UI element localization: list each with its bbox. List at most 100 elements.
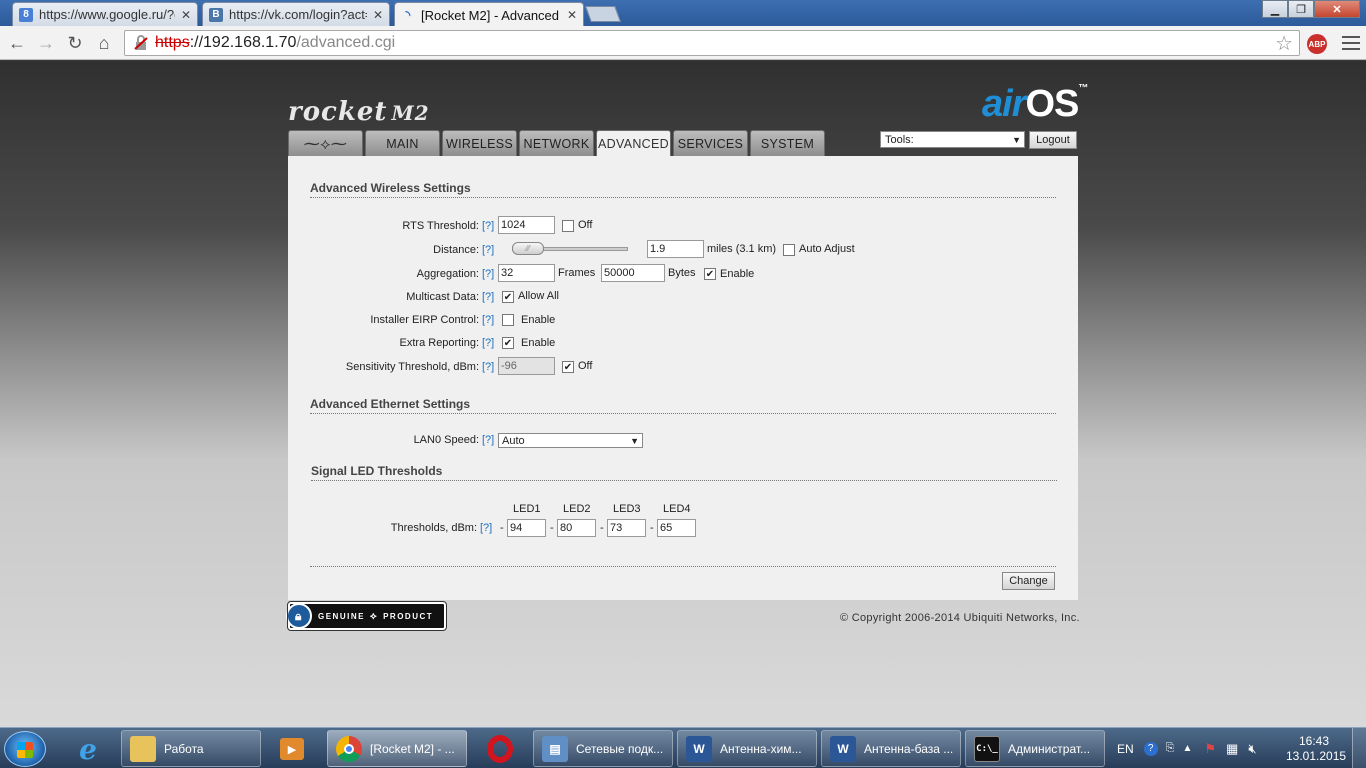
start-button[interactable] [4,731,46,767]
close-tab-icon[interactable]: ✕ [373,8,383,22]
rts-off-checkbox[interactable] [562,220,574,232]
browser-menu-icon[interactable] [1342,34,1360,52]
abp-label: ABP [1308,39,1326,49]
bookmark-star-icon[interactable]: ☆ [1275,31,1293,56]
taskbar-item-word-1[interactable]: W Антенна-хим... [677,730,817,767]
lan0-help-link[interactable]: [?] [482,434,494,446]
rts-off-label: Off [578,219,593,231]
browser-tab-vk[interactable]: B https://vk.com/login?act= ✕ [202,2,390,26]
volume-muted-icon[interactable]: 🔇︎ [1248,741,1256,757]
aggregation-frames-input[interactable]: 32 [498,264,555,282]
show-desktop-button[interactable] [1352,728,1366,768]
eirp-enable-checkbox[interactable] [502,314,514,326]
logout-button[interactable]: Logout [1029,131,1077,149]
lock-icon: 🔒︎ [286,603,312,629]
extra-reporting-label: Extra Reporting: [399,337,479,349]
trademark: ™ [1078,83,1088,94]
folder-icon [130,735,156,762]
product-text: PRODUCT [383,611,434,621]
tab-advanced[interactable]: ADVANCED [596,130,671,157]
browser-toolbar: ← → ↻ ⌂ https://192.168.1.70/advanced.cg… [0,26,1366,60]
rss-wave-icon: ◝ [405,8,411,22]
url-path: /advanced.cgi [296,34,396,51]
adblock-plus-icon[interactable]: ABP [1307,34,1327,54]
tab-ubnt-logo[interactable]: ⁓⟡⁓ [288,130,363,156]
close-window-button[interactable]: ✕ [1314,0,1360,18]
sensitivity-label: Sensitivity Threshold, dBm: [345,361,479,373]
auto-adjust-checkbox[interactable] [783,244,795,256]
multicast-allow-checkbox[interactable]: ✔ [502,291,514,303]
reload-icon[interactable]: ↻ [64,32,86,54]
keyboard-icon[interactable]: ⎘ [1166,742,1175,755]
change-button[interactable]: Change [1002,572,1055,590]
extra-reporting-help-link[interactable]: [?] [482,337,494,349]
browser-tab-google[interactable]: 8 https://www.google.ru/?g ✕ [12,2,198,26]
back-arrow-icon[interactable]: ← [6,32,28,54]
rts-threshold-input[interactable]: 1024 [498,216,555,234]
rts-help-link[interactable]: [?] [482,220,494,232]
aggregation-bytes-input[interactable]: 50000 [601,264,665,282]
sensitivity-off-checkbox[interactable]: ✔ [562,361,574,373]
dash: - [600,522,604,534]
thresholds-help-link[interactable]: [?] [480,522,492,534]
opera-icon[interactable] [474,732,526,766]
eirp-help-link[interactable]: [?] [482,314,494,326]
forward-arrow-icon[interactable]: → [35,32,57,54]
taskbar-item-cmd[interactable]: C:\_ Администрат... [965,730,1105,767]
word-icon: W [830,735,856,762]
clock[interactable]: 16:43 13.01.2015 [1286,734,1346,764]
chevron-down-icon: ▼ [630,435,639,446]
browser-tab-rocket[interactable]: ◝ [Rocket M2] - Advanced ✕ [394,2,584,27]
taskbar-item-rabota[interactable]: Работа [121,730,261,767]
tab-system[interactable]: SYSTEM [750,130,825,156]
minimize-window-button[interactable]: ▁ [1262,0,1288,18]
dash: - [650,522,654,534]
taskbar-item-word-2[interactable]: W Антенна-база ... [821,730,961,767]
close-tab-icon[interactable]: ✕ [567,8,577,22]
led1-threshold-input[interactable]: 94 [507,519,546,537]
help-icon[interactable]: ? [1143,741,1158,756]
distance-help-link[interactable]: [?] [482,244,494,256]
aggregation-help-link[interactable]: [?] [482,268,494,280]
distance-input[interactable]: 1.9 [647,240,704,258]
aggregation-enable-checkbox[interactable]: ✔ [704,268,716,280]
broken-lock-icon[interactable] [133,35,149,51]
close-tab-icon[interactable]: ✕ [181,8,191,22]
product-model: M2 [391,101,430,125]
show-hidden-icons-icon[interactable]: ▲ [1182,743,1192,754]
rocket-m2-logo: rocket M2 [288,97,430,127]
tab-services[interactable]: SERVICES [673,130,748,156]
taskbar-item-chrome[interactable]: [Rocket M2] - ... [327,730,467,767]
tab-network[interactable]: NETWORK [519,130,594,156]
distance-slider-handle[interactable]: ⁄⁄⁄ [512,242,544,255]
sensitivity-help-link[interactable]: [?] [482,361,494,373]
sensitivity-threshold-input[interactable]: -96 [498,357,555,375]
action-center-flag-icon[interactable]: ⚑ [1204,741,1216,757]
genuine-product-badge: 🔒︎ GENUINE ⟡ PRODUCT [286,601,447,631]
tab-label: MAIN [386,136,419,151]
rts-label: RTS Threshold: [402,220,479,232]
tools-select[interactable]: Tools: ▼ [880,131,1025,148]
tab-wireless[interactable]: WIRELESS [442,130,517,156]
network-tray-icon[interactable]: ▦ [1226,741,1238,757]
multicast-help-link[interactable]: [?] [482,291,494,303]
windows-taskbar: e Работа ▶ [Rocket M2] - ... ▤ Сетевые п… [0,727,1366,768]
led3-threshold-input[interactable]: 73 [607,519,646,537]
lan0-speed-select[interactable]: Auto ▼ [498,433,643,448]
taskbar-item-network[interactable]: ▤ Сетевые подк... [533,730,673,767]
maximize-window-button[interactable]: ❐ [1288,0,1314,18]
internet-explorer-icon[interactable]: e [62,732,114,766]
extra-reporting-checkbox[interactable]: ✔ [502,337,514,349]
led4-threshold-input[interactable]: 65 [657,519,696,537]
address-bar[interactable]: https://192.168.1.70/advanced.cgi ☆ [124,30,1300,56]
ubnt-logo-icon: ⁓⟡⁓ [303,135,348,153]
new-tab-button[interactable] [585,6,621,22]
led2-threshold-input[interactable]: 80 [557,519,596,537]
airos-suffix: OS [1025,83,1079,125]
language-indicator[interactable]: EN [1117,742,1134,756]
chrome-icon [336,735,362,762]
tab-main[interactable]: MAIN [365,130,440,156]
media-player-icon[interactable]: ▶ [266,732,318,766]
home-icon[interactable]: ⌂ [93,32,115,54]
clock-time: 16:43 [1298,734,1330,748]
